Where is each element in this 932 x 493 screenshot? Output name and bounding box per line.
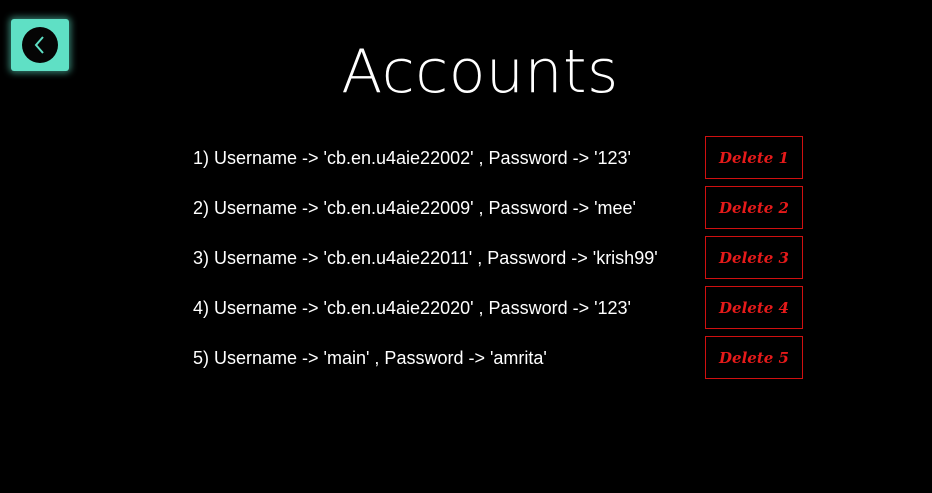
delete-button-5[interactable]: Delete 5 [705,336,803,379]
delete-button-4[interactable]: Delete 4 [705,286,803,329]
delete-button-2[interactable]: Delete 2 [705,186,803,229]
delete-button-3[interactable]: Delete 3 [705,236,803,279]
page-title: Accounts [341,37,619,107]
account-row-5: 5) Username -> 'main' , Password -> 'amr… [193,348,547,368]
account-row-2: 2) Username -> 'cb.en.u4aie22009' , Pass… [193,198,636,218]
account-row-4: 4) Username -> 'cb.en.u4aie22020' , Pass… [193,298,631,318]
account-row-3: 3) Username -> 'cb.en.u4aie22011' , Pass… [193,248,658,268]
delete-button-1[interactable]: Delete 1 [705,136,803,179]
account-row-1: 1) Username -> 'cb.en.u4aie22002' , Pass… [193,148,631,168]
